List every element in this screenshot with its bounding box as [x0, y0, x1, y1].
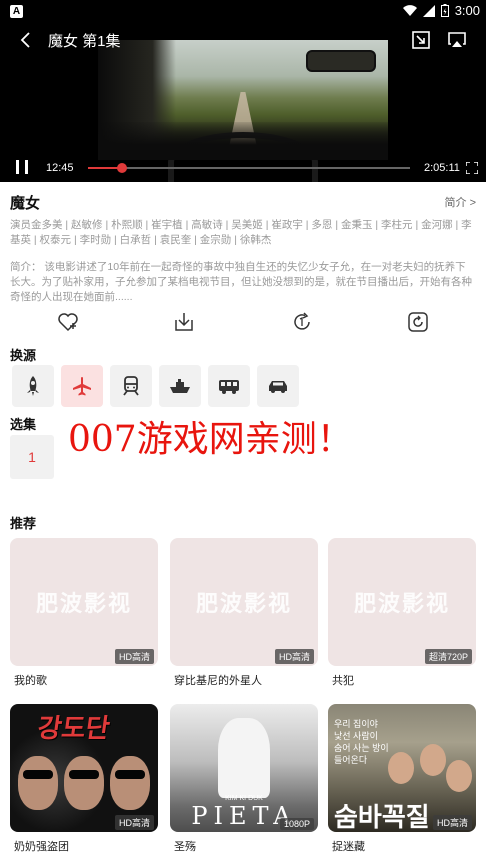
train-icon — [123, 376, 139, 396]
poster-placeholder: 肥波影视 HD高清 — [170, 538, 318, 666]
card-title: 捉迷藏 — [332, 841, 365, 853]
wifi-icon — [402, 4, 417, 16]
quality-badge: HD高清 — [275, 649, 314, 664]
car-icon — [269, 381, 287, 393]
pause-icon[interactable] — [14, 159, 30, 175]
poster-glasses — [23, 770, 53, 779]
recommend-card[interactable]: 肥波影视 超清720P 共犯 — [328, 538, 476, 688]
source-list — [12, 365, 299, 407]
poster-placeholder: 肥波影视 HD高清 — [10, 538, 158, 666]
source-label: 换源 — [10, 348, 37, 363]
video-title: 魔女 第1集 — [48, 33, 121, 50]
movie-header: 魔女 简介 > — [10, 192, 476, 213]
card-title: 穿比基尼的外星人 — [174, 675, 262, 687]
bus-icon — [219, 380, 239, 394]
poster-image: 강도단 HD高清 — [10, 704, 158, 832]
poster-figure — [64, 756, 104, 810]
video-player[interactable]: A 3:00 魔女 第1集 12:45 2:05:11 — [0, 0, 486, 182]
movie-title: 魔女 — [10, 195, 41, 212]
poster-figure — [110, 756, 150, 810]
poster-figure — [420, 744, 446, 776]
recommend-card[interactable]: 肥波影视 HD高清 穿比基尼的外星人 — [170, 538, 318, 688]
rocket-icon — [27, 376, 39, 396]
poster-image: 우리 집이야 낯선 사람이 숨어 사는 방이 들어온다 숨바꼭질 HD高清 — [328, 704, 476, 832]
app-badge: A — [10, 5, 23, 18]
recommend-card[interactable]: KIM KI DUK PIETA 1080P 圣殇 — [170, 704, 318, 854]
quality-badge: 1080P — [279, 818, 314, 830]
refresh-icon[interactable] — [290, 310, 314, 334]
poster-glasses — [69, 770, 99, 779]
player-controls: 12:45 2:05:11 — [0, 154, 486, 182]
recommend-label: 推荐 — [10, 516, 37, 531]
player-topbar: 魔女 第1集 — [0, 24, 486, 56]
cast-icon[interactable] — [446, 29, 468, 51]
airplane-icon — [73, 377, 91, 396]
poster-figure — [218, 718, 270, 798]
favorite-add-icon[interactable] — [56, 310, 80, 334]
video-frame — [98, 40, 388, 182]
status-bar: A 3:00 — [0, 0, 486, 22]
current-time: 12:45 — [46, 162, 74, 174]
episode-label: 选集 — [10, 417, 37, 432]
progress-bar[interactable] — [88, 163, 410, 173]
watermark-text: 007游戏网亲测！ — [68, 419, 353, 460]
placeholder-text: 肥波影视 — [35, 591, 132, 616]
quality-badge: 超清720P — [424, 649, 472, 664]
poster-subtitle: KIM KI DUK — [225, 795, 263, 802]
poster-tagline: 우리 집이야 낯선 사람이 숨어 사는 방이 들어온다 — [334, 719, 389, 765]
cast-list: 演员金多美 | 赵敏修 | 朴熙顺 | 崔宇植 | 高敏诗 | 吴美姬 | 崔政… — [10, 219, 472, 246]
poster-title: 숨바꼭질 — [334, 802, 430, 832]
card-title: 奶奶强盗团 — [14, 841, 69, 853]
total-time: 2:05:11 — [424, 162, 460, 174]
source-airplane[interactable] — [61, 365, 103, 407]
recommend-card[interactable]: 肥波影视 HD高清 我的歌 — [10, 538, 158, 688]
recommend-card[interactable]: 우리 집이야 낯선 사람이 숨어 사는 방이 들어온다 숨바꼭질 HD高清 捉迷藏 — [328, 704, 476, 854]
source-car[interactable] — [257, 365, 299, 407]
card-title: 圣殇 — [174, 841, 196, 853]
recommend-card[interactable]: 강도단 HD高清 奶奶强盗团 — [10, 704, 158, 854]
source-ship[interactable] — [159, 365, 201, 407]
back-arrow-icon[interactable] — [14, 28, 38, 52]
poster-glasses — [115, 770, 145, 779]
card-title: 我的歌 — [14, 675, 47, 687]
episode-1-button[interactable]: 1 — [10, 435, 54, 479]
poster-logo: 강도단 — [35, 713, 112, 743]
intro-link[interactable]: 简介 > — [445, 194, 476, 210]
placeholder-text: 肥波影视 — [195, 591, 292, 616]
poster-figure — [446, 760, 472, 792]
download-icon[interactable] — [172, 310, 196, 334]
fullscreen-icon[interactable] — [466, 162, 478, 174]
source-rocket[interactable] — [12, 365, 54, 407]
synopsis: 简介： 该电影讲述了10年前在一起奇怪的事故中独自生还的失忆少女子允，在一对老夫… — [10, 261, 472, 303]
progress-knob[interactable] — [116, 163, 127, 173]
poster-image: KIM KI DUK PIETA 1080P — [170, 704, 318, 832]
ship-icon — [170, 379, 190, 393]
poster-placeholder: 肥波影视 超清720P — [328, 538, 476, 666]
poster-figure — [18, 756, 58, 810]
pip-icon[interactable] — [410, 29, 432, 51]
source-bus[interactable] — [208, 365, 250, 407]
card-title: 共犯 — [332, 675, 354, 687]
quality-badge: HD高清 — [433, 815, 472, 830]
placeholder-text: 肥波影视 — [353, 591, 450, 616]
quality-badge: HD高清 — [115, 649, 154, 664]
battery-icon — [440, 4, 449, 17]
quality-badge: HD高清 — [115, 815, 154, 830]
screen-icon[interactable] — [406, 310, 430, 334]
source-train[interactable] — [110, 365, 152, 407]
action-bar — [0, 310, 486, 336]
status-time: 3:00 — [454, 3, 480, 18]
signal-icon — [422, 4, 435, 17]
poster-figure — [388, 752, 414, 784]
